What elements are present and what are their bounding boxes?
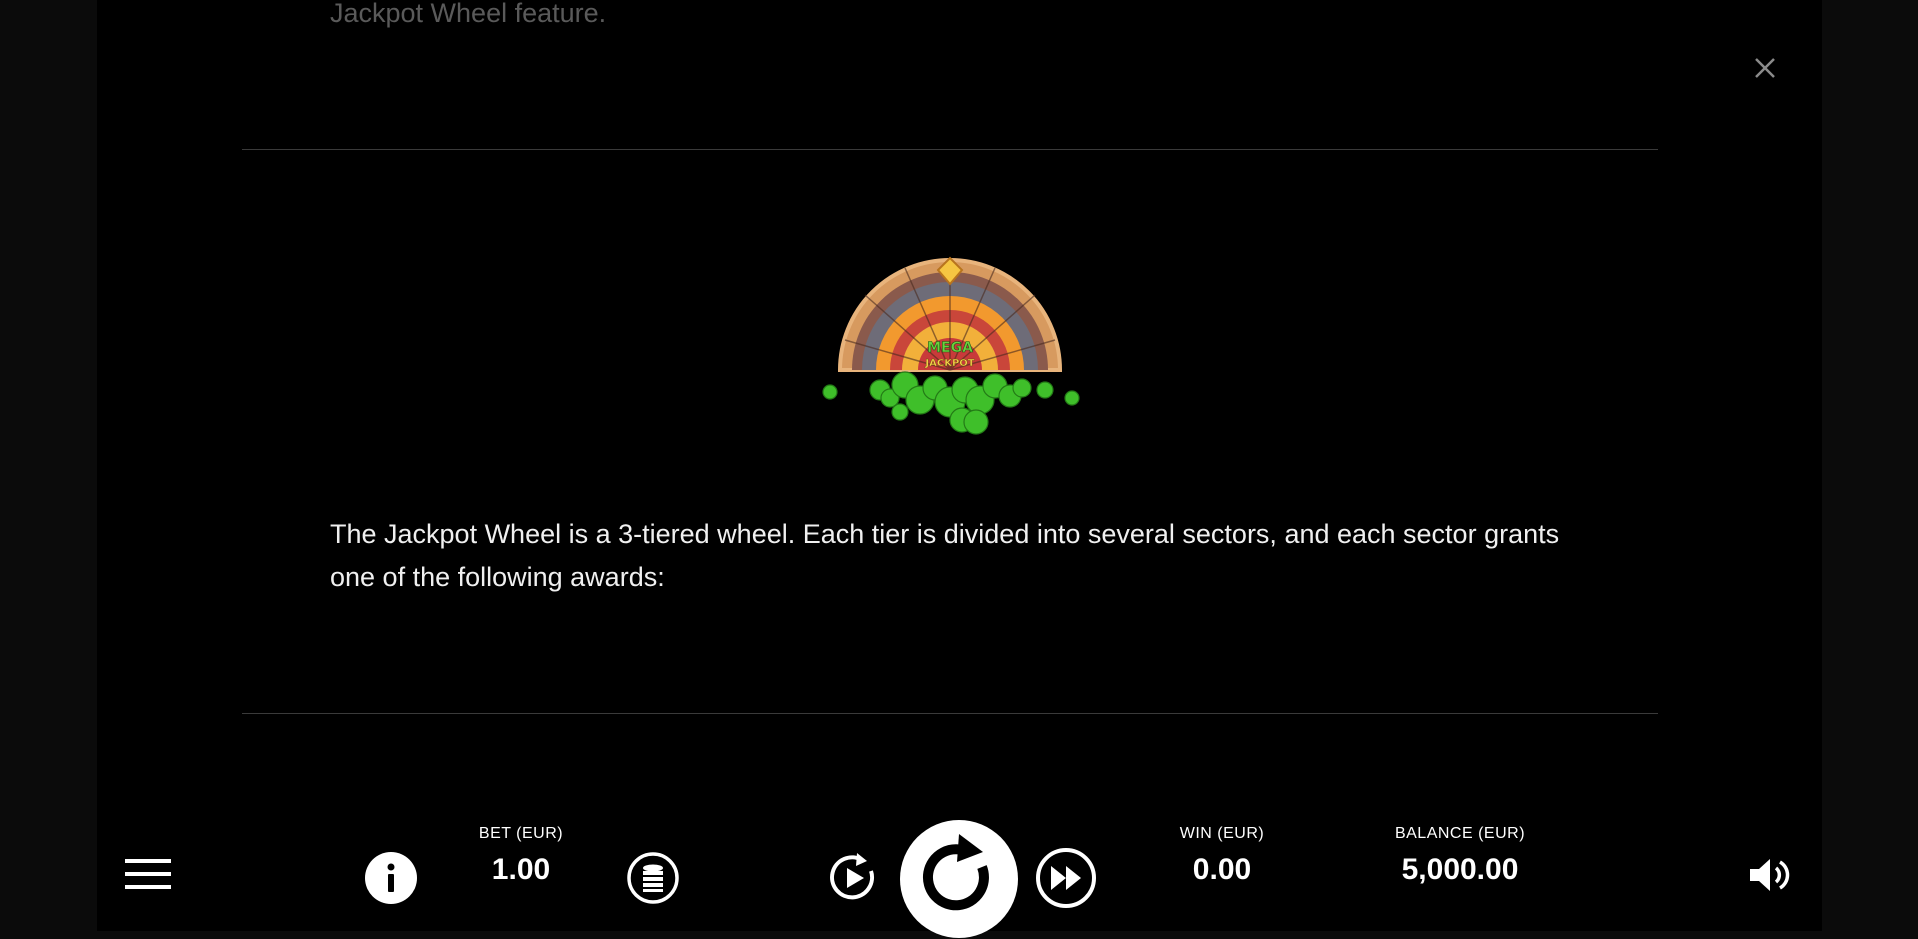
spin-button[interactable] bbox=[899, 819, 1019, 939]
section-divider-top bbox=[242, 149, 1658, 150]
info-button[interactable] bbox=[364, 851, 418, 905]
turbo-button[interactable] bbox=[1035, 847, 1097, 909]
bet-selector-button[interactable] bbox=[627, 852, 679, 904]
svg-text:MEGA: MEGA bbox=[927, 340, 973, 356]
bet-label: BET (EUR) bbox=[478, 825, 564, 842]
game-control-bar: BET (EUR) 1.00 WIN (EUR) 0.00 BALANCE (E… bbox=[97, 815, 1822, 938]
paytable-panel: Jackpot Wheel feature. MEGA JACKPOT The … bbox=[97, 0, 1804, 815]
close-icon bbox=[1755, 58, 1775, 78]
jackpot-wheel-image: MEGA JACKPOT bbox=[822, 256, 1080, 435]
faded-heading-text: Jackpot Wheel feature. bbox=[330, 0, 607, 28]
game-frame: Jackpot Wheel feature. MEGA JACKPOT The … bbox=[97, 0, 1822, 938]
balance-value: 5,000.00 bbox=[1401, 853, 1519, 886]
win-value: 0.00 bbox=[1192, 853, 1252, 886]
turbo-icon bbox=[1036, 848, 1096, 908]
info-icon bbox=[365, 852, 417, 904]
bet-value: 1.00 bbox=[491, 853, 551, 886]
autoplay-icon bbox=[830, 853, 875, 900]
wheel-graphic: MEGA JACKPOT bbox=[837, 256, 1063, 372]
sound-icon bbox=[1750, 859, 1790, 891]
balance-label: BALANCE (EUR) bbox=[1394, 825, 1526, 842]
win-display: WIN (EUR) 0.00 bbox=[1122, 825, 1322, 887]
coin-stack-icon bbox=[627, 852, 679, 904]
win-label: WIN (EUR) bbox=[1179, 825, 1265, 842]
section-divider-bottom bbox=[242, 713, 1658, 714]
autoplay-button[interactable] bbox=[827, 851, 881, 905]
svg-text:JACKPOT: JACKPOT bbox=[924, 358, 974, 369]
clover-cluster bbox=[822, 371, 1080, 435]
bet-display: BET (EUR) 1.00 bbox=[421, 825, 621, 887]
jackpot-wheel-description: The Jackpot Wheel is a 3-tiered wheel. E… bbox=[330, 519, 1560, 592]
spin-icon bbox=[900, 820, 1018, 938]
menu-button[interactable] bbox=[125, 855, 171, 893]
balance-display: BALANCE (EUR) 5,000.00 bbox=[1340, 825, 1580, 887]
sound-button[interactable] bbox=[1748, 855, 1790, 895]
menu-icon bbox=[125, 859, 171, 889]
close-button[interactable] bbox=[1747, 50, 1783, 86]
